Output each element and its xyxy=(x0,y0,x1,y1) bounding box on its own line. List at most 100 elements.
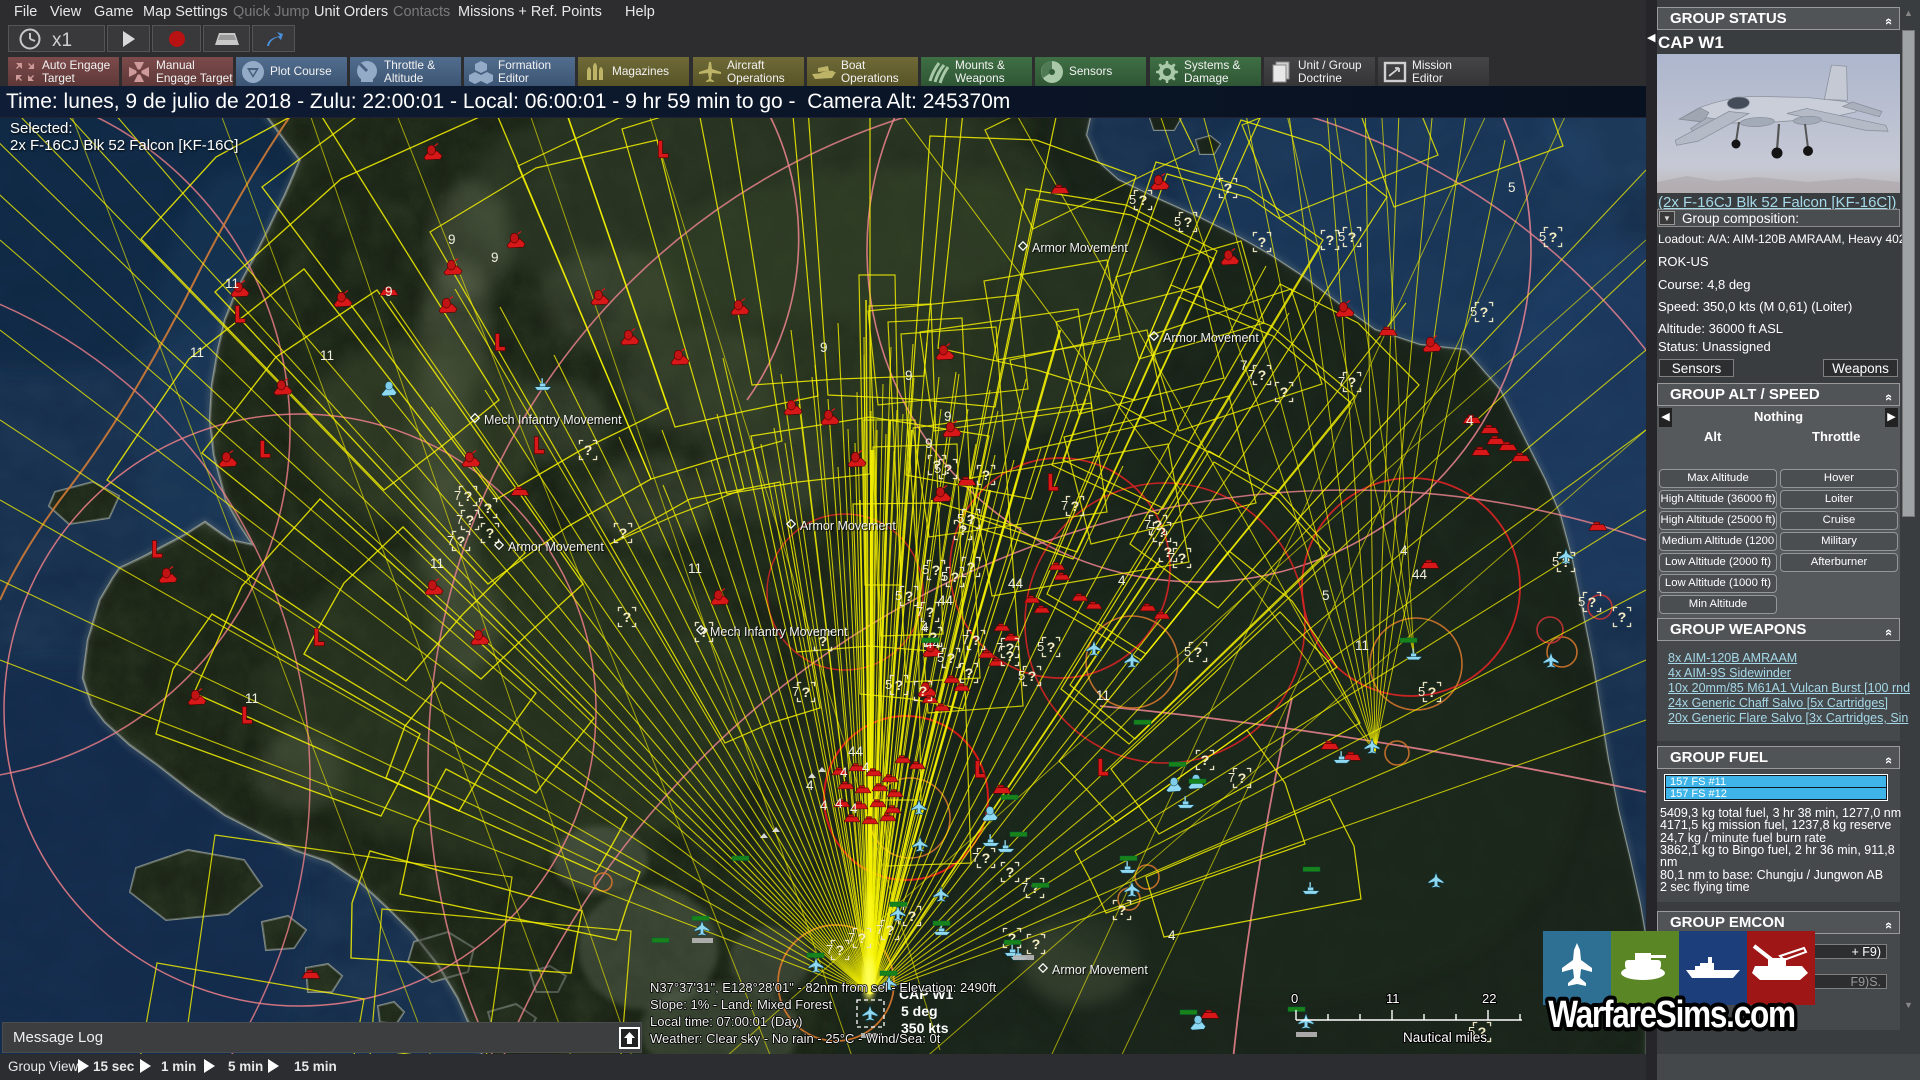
svg-text:44: 44 xyxy=(848,744,864,759)
svg-text:?: ? xyxy=(1224,181,1233,197)
svg-text:5: 5 xyxy=(937,650,944,665)
svg-text:11: 11 xyxy=(688,561,702,576)
svg-text:5: 5 xyxy=(1508,180,1516,195)
svg-text:?: ? xyxy=(982,851,991,867)
svg-text:4: 4 xyxy=(820,798,828,813)
svg-text:?: ? xyxy=(1194,645,1203,661)
svg-text:Armor Movement: Armor Movement xyxy=(1032,241,1128,255)
svg-text:7: 7 xyxy=(996,640,1003,655)
svg-text:4: 4 xyxy=(1400,543,1408,558)
svg-text:11: 11 xyxy=(1386,991,1400,1006)
svg-text:?: ? xyxy=(982,468,991,484)
svg-text:5: 5 xyxy=(885,677,892,692)
svg-text:11: 11 xyxy=(225,276,239,291)
svg-text:?: ? xyxy=(1348,375,1357,391)
svg-text:?: ? xyxy=(1428,685,1437,701)
svg-text:0: 0 xyxy=(1291,991,1298,1006)
svg-text:5: 5 xyxy=(922,562,929,577)
svg-text:Armor Movement: Armor Movement xyxy=(1052,963,1148,977)
svg-text:5 deg: 5 deg xyxy=(901,1003,938,1019)
svg-text:?: ? xyxy=(1480,305,1489,321)
svg-text:5: 5 xyxy=(941,569,948,584)
svg-text:7: 7 xyxy=(1168,550,1175,565)
svg-text:?: ? xyxy=(959,523,968,539)
svg-text:?: ? xyxy=(932,563,941,579)
svg-text:4: 4 xyxy=(806,778,814,793)
svg-text:7: 7 xyxy=(876,922,883,937)
svg-text:Armor Movement: Armor Movement xyxy=(508,540,604,554)
svg-text:?: ? xyxy=(1071,499,1080,515)
svg-text:7: 7 xyxy=(916,604,923,619)
svg-text:?: ? xyxy=(802,685,811,701)
svg-text:7: 7 xyxy=(454,488,461,503)
svg-text:9: 9 xyxy=(944,409,952,424)
svg-text:11: 11 xyxy=(320,348,334,363)
svg-text:4: 4 xyxy=(850,801,858,816)
svg-text:5: 5 xyxy=(1037,639,1044,654)
svg-text:11: 11 xyxy=(1355,638,1369,653)
svg-text:Mech Infantry Movement: Mech Infantry Movement xyxy=(484,413,622,427)
svg-text:?: ? xyxy=(926,605,935,621)
svg-text:4: 4 xyxy=(921,620,929,635)
svg-text:44: 44 xyxy=(938,593,954,608)
svg-text:5: 5 xyxy=(1174,214,1181,229)
svg-text:4: 4 xyxy=(1118,573,1126,588)
svg-text:?: ? xyxy=(1588,595,1597,611)
svg-text:N37°37'31", E128°28'01" - 82nm: N37°37'31", E128°28'01" - 82nm from sel … xyxy=(650,980,997,995)
svg-text:9: 9 xyxy=(491,250,499,265)
svg-text:7: 7 xyxy=(456,512,463,527)
svg-text:7: 7 xyxy=(972,850,979,865)
svg-text:5: 5 xyxy=(1129,192,1136,207)
svg-text:5: 5 xyxy=(1552,554,1559,569)
svg-text:?: ? xyxy=(1184,215,1193,231)
svg-text:7: 7 xyxy=(1248,367,1255,382)
svg-text:?: ? xyxy=(619,526,628,542)
svg-text:22: 22 xyxy=(1482,991,1496,1006)
svg-text:?: ? xyxy=(972,633,981,649)
svg-text:5: 5 xyxy=(1018,668,1025,683)
svg-text:?: ? xyxy=(1028,669,1037,685)
svg-text:Mech Infantry Movement: Mech Infantry Movement xyxy=(710,625,848,639)
svg-text:?: ? xyxy=(944,462,953,478)
svg-text:7: 7 xyxy=(1021,880,1028,895)
svg-text:?: ? xyxy=(836,943,845,959)
svg-text:?: ? xyxy=(1178,551,1187,567)
svg-text:7: 7 xyxy=(1144,517,1151,532)
svg-text:9: 9 xyxy=(448,232,456,247)
svg-text:7: 7 xyxy=(826,942,833,957)
svg-text:?: ? xyxy=(1201,753,1210,769)
svg-text:5: 5 xyxy=(934,461,941,476)
svg-text:?: ? xyxy=(1032,937,1041,953)
svg-text:5: 5 xyxy=(1539,229,1546,244)
svg-text:?: ? xyxy=(951,570,960,586)
svg-text:4: 4 xyxy=(862,760,870,775)
svg-text:11: 11 xyxy=(1096,688,1110,703)
svg-text:5: 5 xyxy=(1184,644,1191,659)
svg-text:?: ? xyxy=(466,513,475,529)
svg-text:5: 5 xyxy=(1322,588,1330,603)
svg-text:9: 9 xyxy=(385,284,393,299)
svg-text:?: ? xyxy=(919,684,928,700)
svg-text:?: ? xyxy=(1280,385,1289,401)
svg-text:WarfareSims.com: WarfareSims.com xyxy=(1548,993,1795,1035)
svg-text:?: ? xyxy=(1326,233,1335,249)
svg-text:?: ? xyxy=(1006,865,1015,881)
svg-text:?: ? xyxy=(1006,641,1015,657)
svg-text:?: ? xyxy=(1549,230,1558,246)
svg-text:5: 5 xyxy=(1578,594,1585,609)
svg-text:?: ? xyxy=(457,534,466,550)
svg-text:4: 4 xyxy=(1168,928,1176,943)
svg-text:?: ? xyxy=(1154,518,1163,534)
svg-text:?: ? xyxy=(965,666,974,682)
svg-text:?: ? xyxy=(1348,230,1357,246)
svg-text:44: 44 xyxy=(1412,567,1428,582)
svg-text:4: 4 xyxy=(840,765,848,780)
svg-text:?: ? xyxy=(584,443,593,459)
svg-text:Weather: Clear sky - No rain -: Weather: Clear sky - No rain - 25°C - Wi… xyxy=(650,1031,941,1046)
svg-text:x1: x1 xyxy=(52,30,72,51)
svg-text:5: 5 xyxy=(895,588,902,603)
svg-text:11: 11 xyxy=(190,345,204,360)
svg-text:?: ? xyxy=(464,489,473,505)
svg-text:?: ? xyxy=(858,931,867,947)
svg-text:?: ? xyxy=(905,589,914,605)
